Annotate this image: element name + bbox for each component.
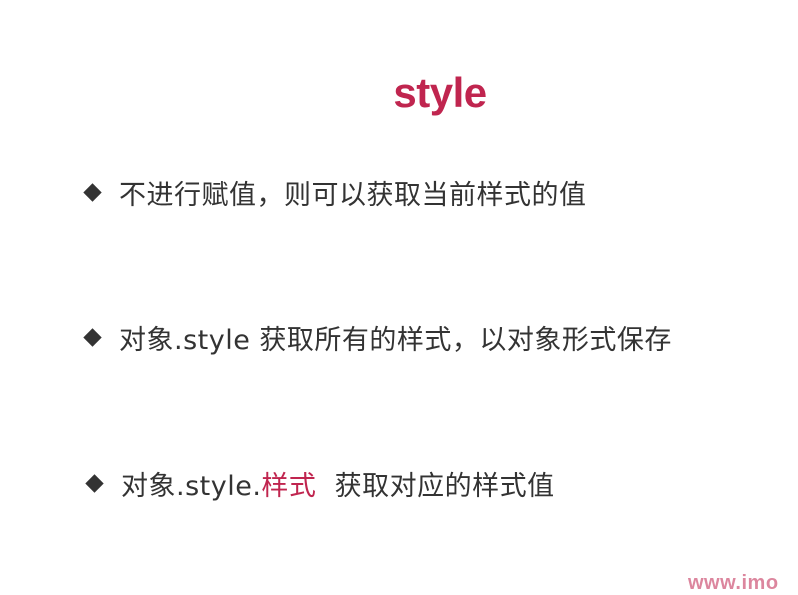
watermark: www.imo <box>688 572 779 594</box>
bullet-text: 对象.style 获取所有的样式，以对象形式保存 <box>119 324 672 356</box>
slide: style 不进行赋值，则可以获取当前样式的值 对象.style 获取所有的样式… <box>0 0 798 594</box>
diamond-bullet-icon <box>83 327 102 347</box>
diamond-bullet-icon <box>83 182 102 202</box>
slide-title: style <box>393 69 487 116</box>
bullet-item: 对象.style 获取所有的样式，以对象形式保存 <box>82 317 672 357</box>
bullet-text: 对象.style.样式 获取对应的样式值 <box>121 464 555 503</box>
bullet-item: 不进行赋值，则可以获取当前样式的值 <box>82 172 587 212</box>
bullet-text-prefix: 对象.style. <box>121 470 262 502</box>
bullet-text-suffix: 获取对应的样式值 <box>316 470 555 502</box>
bullet-item: 对象.style.样式 获取对应的样式值 <box>84 463 555 503</box>
bullet-text: 不进行赋值，则可以获取当前样式的值 <box>119 179 587 211</box>
diamond-bullet-icon <box>85 473 104 493</box>
bullet-text-highlight: 样式 <box>261 470 317 502</box>
